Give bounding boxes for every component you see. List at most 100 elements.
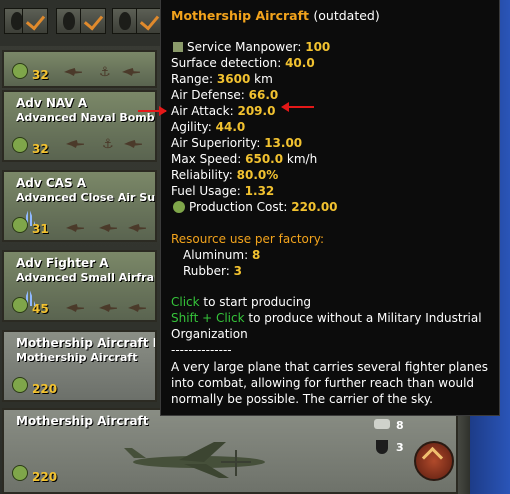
produce-button[interactable] [414, 441, 454, 481]
stat-row: Range: 3600 km [171, 72, 273, 86]
stat-value: 13.00 [264, 136, 303, 150]
oil-icon [63, 12, 75, 30]
tooltip-status: (outdated) [313, 8, 380, 23]
stat-label: Fuel Usage: [171, 184, 241, 198]
production-cost-icon [12, 63, 28, 79]
line-cost: 220 [32, 470, 58, 484]
tooltip-name: Mothership Aircraft [171, 8, 310, 23]
card-cost: 45 [32, 302, 49, 316]
stat-value: 3600 [216, 72, 251, 86]
line-title: Mothership Aircraft [16, 414, 149, 428]
stat-label: Service Manpower: [187, 40, 302, 54]
shortcut-key: Click [171, 295, 200, 309]
equipment-card-adv-cas[interactable]: Adv CAS A Advanced Close Air Support 31 [2, 170, 157, 242]
stat-label: Max Speed: [171, 152, 242, 166]
resource-label: Rubber: [183, 264, 230, 278]
equipment-card[interactable]: 32 ⚓ [2, 50, 157, 88]
production-line-mothership[interactable]: Mothership Aircraft 220 8 3 [2, 408, 458, 494]
hint-text: to produce without a Military Industrial [248, 311, 482, 325]
plane-icon [128, 304, 146, 312]
stat-row: Service Manpower: 100 [173, 40, 330, 54]
stat-row: Max Speed: 650.0 km/h [171, 152, 317, 166]
line-stat-1: 8 [396, 419, 404, 432]
tooltip-header: Mothership Aircraft (outdated) [171, 8, 380, 23]
stat-row: Surface detection: 40.0 [171, 56, 315, 70]
card-subtitle: Mothership Aircraft [16, 351, 138, 364]
filter-checkbox-3[interactable] [136, 8, 162, 34]
filter-button-3[interactable] [112, 8, 138, 34]
production-screen: 32 ⚓ Adv NAV A Advanced Naval Bomber 32 … [0, 0, 510, 494]
plane-icon [99, 304, 117, 312]
card-cost: 32 [32, 68, 49, 82]
production-cost-icon [12, 217, 28, 233]
stat-row: Fuel Usage: 1.32 [171, 184, 274, 198]
equipment-card-adv-fighter[interactable]: Adv Fighter A Advanced Small Airframe 45 [2, 250, 157, 322]
stat-value: 80.0% [236, 168, 279, 182]
plane-icon [99, 224, 117, 232]
stat-label: Production Cost: [189, 200, 288, 214]
plane-icon [122, 68, 140, 76]
stat-row: Reliability: 80.0% [171, 168, 278, 182]
line-stat-2: 3 [396, 441, 404, 454]
stat-value: 1.32 [244, 184, 275, 198]
stat-label: Air Attack: [171, 104, 234, 118]
stat-label: Agility: [171, 120, 212, 134]
description-text: A very large plane that carries several … [171, 360, 488, 406]
hint-text: to start producing [203, 295, 312, 309]
resource-row: Rubber: 3 [183, 264, 242, 278]
equipment-card-adv-nav[interactable]: Adv NAV A Advanced Naval Bomber 32 ⚓ [2, 90, 157, 162]
stat-value: 650.0 [245, 152, 284, 166]
stat-row: Air Defense: 66.0 [171, 88, 278, 102]
card-cost: 32 [32, 142, 49, 156]
separator: -------------- [171, 343, 232, 357]
stat-value: 44.0 [215, 120, 246, 134]
stat-label: Air Defense: [171, 88, 245, 102]
filter-checkbox-2[interactable] [80, 8, 106, 34]
resource-value: 8 [251, 248, 261, 262]
annotation-arrow-right [281, 102, 314, 112]
hint-text-continued: Organization [171, 327, 248, 341]
hint-click: Click to start producing [171, 295, 311, 309]
card-cost: 31 [32, 222, 49, 236]
rubber-icon [119, 12, 131, 30]
aircraft-illustration [124, 442, 265, 478]
factory-icon [374, 419, 390, 429]
card-title: Adv CAS A [16, 176, 87, 190]
stat-label: Reliability: [171, 168, 233, 182]
plane-icon [66, 304, 84, 312]
card-subtitle: Advanced Small Airframe [16, 271, 155, 284]
anchor-icon: ⚓ [102, 137, 114, 152]
filter-checkbox-1[interactable] [22, 8, 48, 34]
resource-value: 3 [233, 264, 242, 278]
card-title: Mothership Aircraft I [16, 336, 157, 350]
stat-row: Production Cost: 220.00 [173, 200, 338, 214]
stat-value: 209.0 [237, 104, 276, 118]
stat-unit: km/h [286, 152, 318, 166]
anchor-icon: ⚓ [99, 65, 111, 80]
production-cost-icon [12, 297, 28, 313]
plane-icon [66, 140, 84, 148]
stat-value: 66.0 [248, 88, 279, 102]
equipment-tooltip: Mothership Aircraft (outdated) Service M… [160, 0, 500, 416]
stat-label: Air Superiority: [171, 136, 261, 150]
plane-icon [128, 224, 146, 232]
stat-value: 40.0 [285, 56, 315, 70]
plane-icon [66, 224, 84, 232]
manpower-icon [173, 42, 183, 52]
card-subtitle: Advanced Close Air Support [16, 191, 156, 204]
card-title: Adv Fighter A [16, 256, 109, 270]
production-cost-icon [12, 377, 28, 393]
resource-label: Aluminum: [183, 248, 249, 262]
production-cost-icon [12, 137, 28, 153]
stat-row-air-attack: Air Attack: 209.0 [171, 104, 275, 118]
production-cost-icon [173, 201, 185, 213]
shortcut-key: Shift + Click [171, 311, 245, 325]
filter-button-2[interactable] [56, 8, 82, 34]
equipment-card-mothership[interactable]: Mothership Aircraft I Mothership Aircraf… [2, 330, 157, 402]
stat-label: Range: [171, 72, 214, 86]
plane-icon [124, 140, 142, 148]
production-cost-icon [12, 465, 28, 481]
hint-shift-click: Shift + Click to produce without a Milit… [171, 311, 482, 325]
card-title: Adv NAV A [16, 96, 88, 110]
resource-row: Aluminum: 8 [183, 248, 260, 262]
